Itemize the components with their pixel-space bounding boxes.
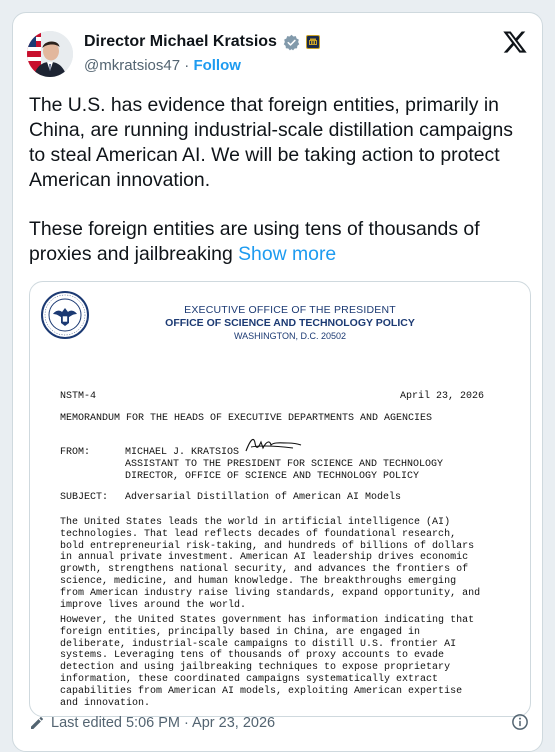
from-title-1: ASSISTANT TO THE PRESIDENT FOR SCIENCE A… xyxy=(125,459,444,470)
handle-row: @mkratsios47 · Follow xyxy=(84,57,241,74)
post-text: The U.S. has evidence that foreign entit… xyxy=(29,93,534,267)
from-label: FROM: xyxy=(60,447,91,458)
memo-recipients: MEMORANDUM FOR THE HEADS OF EXECUTIVE DE… xyxy=(60,413,433,424)
avatar[interactable] xyxy=(27,31,73,77)
pencil-icon xyxy=(31,717,43,729)
x-logo-icon[interactable] xyxy=(502,29,528,55)
show-more-link[interactable]: Show more xyxy=(238,243,336,265)
from-title-2: DIRECTOR, OFFICE OF SCIENCE AND TECHNOLO… xyxy=(125,471,420,482)
subject-label: SUBJECT: xyxy=(60,492,109,503)
author-handle[interactable]: @mkratsios47 xyxy=(84,57,180,74)
office-line-1: EXECUTIVE OFFICE OF THE PRESIDENT xyxy=(184,304,396,316)
post-footer: Last edited 5:06 PM · Apr 23, 2026 xyxy=(29,711,529,735)
last-edited-timestamp[interactable]: Last edited 5:06 PM · Apr 23, 2026 xyxy=(51,715,275,731)
memo-date: April 23, 2026 xyxy=(400,391,485,402)
eop-seal-icon xyxy=(41,291,89,339)
office-line-2: OFFICE OF SCIENCE AND TECHNOLOGY POLICY xyxy=(165,317,415,329)
verified-badge-icon xyxy=(283,34,300,50)
memo-paragraph-1: The United States leads the world in art… xyxy=(60,517,481,611)
follow-button[interactable]: Follow xyxy=(193,57,241,74)
from-name: MICHAEL J. KRATSIOS xyxy=(125,447,240,458)
memo-letterhead: EXECUTIVE OFFICE OF THE PRESIDENT OFFICE… xyxy=(140,304,440,343)
author-name-row: Director Michael Kratsios xyxy=(84,33,320,51)
affiliation-badge-icon[interactable] xyxy=(305,35,320,49)
memo-paragraph-2: However, the United States government ha… xyxy=(60,615,475,709)
info-icon[interactable] xyxy=(511,713,529,731)
memo-number: NSTM-4 xyxy=(60,391,97,402)
subject-text: Adversarial Distillation of American AI … xyxy=(125,492,402,503)
separator: · xyxy=(184,57,190,74)
office-line-3: WASHINGTON, D.C. 20502 xyxy=(233,331,347,341)
post-paragraph: The U.S. has evidence that foreign entit… xyxy=(29,94,513,191)
signature xyxy=(245,438,302,452)
author-name[interactable]: Director Michael Kratsios xyxy=(84,33,277,51)
post-card: Director Michael Kratsios @mkratsios47 ·… xyxy=(12,12,543,752)
attached-memo-image[interactable]: EXECUTIVE OFFICE OF THE PRESIDENT OFFICE… xyxy=(29,281,531,717)
